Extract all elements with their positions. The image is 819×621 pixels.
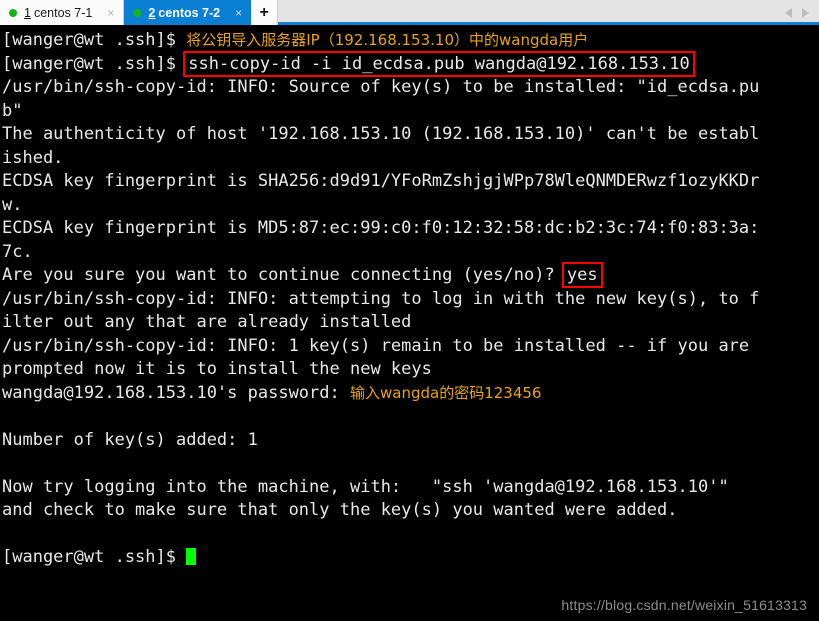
annotation-text: 将公钥导入服务器IP（192.168.153.10）中的wangda用户: [186, 31, 589, 49]
line-prompt-annotated: [wanger@wt .ssh]$ 将公钥导入服务器IP（192.168.153…: [2, 29, 819, 53]
line-blank-2: [2, 452, 819, 476]
line-info-attempt-2: ilter out any that are already installed: [2, 311, 819, 335]
line-authenticity-1: The authenticity of host '192.168.153.10…: [2, 123, 819, 147]
line-sha256-1: ECDSA key fingerprint is SHA256:d9d91/YF…: [2, 170, 819, 194]
terminal-output[interactable]: [wanger@wt .ssh]$ 将公钥导入服务器IP（192.168.153…: [0, 25, 819, 621]
annotation-text: 输入wangda的密码123456: [350, 383, 542, 402]
tab-centos-7-1[interactable]: 1 centos 7-1 ×: [0, 0, 125, 25]
terminal-text: /usr/bin/ssh-copy-id: INFO: Source of ke…: [2, 77, 760, 97]
highlighted-command: ssh-copy-id -i id_ecdsa.pub wangda@192.1…: [183, 50, 695, 77]
line-password-prompt: wangda@192.168.153.10's password: 输入wang…: [2, 382, 819, 406]
terminal-text: The authenticity of host '192.168.153.10…: [2, 124, 760, 144]
terminal-text: [wanger@wt .ssh]$: [2, 53, 187, 74]
terminal-text: Now try logging into the machine, with: …: [2, 476, 729, 497]
chevron-left-icon[interactable]: [785, 7, 792, 18]
line-sha256-2: w.: [2, 194, 819, 218]
line-continue-prompt: Are you sure you want to continue connec…: [2, 262, 819, 288]
tab-bar: 1 centos 7-1 × 2 centos 7-2 × +: [0, 0, 819, 25]
tab-centos-7-2[interactable]: 2 centos 7-2 ×: [124, 0, 252, 25]
line-info-remain-1: /usr/bin/ssh-copy-id: INFO: 1 key(s) rem…: [2, 335, 819, 359]
terminal-text: Number of key(s) added: 1: [2, 429, 258, 450]
line-blank-3: [2, 523, 819, 547]
line-md5-1: ECDSA key fingerprint is MD5:87:ec:99:c0…: [2, 217, 819, 241]
terminal-text: /usr/bin/ssh-copy-id: INFO: attempting t…: [2, 288, 760, 309]
line-info-remain-2: prompted now it is to install the new ke…: [2, 358, 819, 382]
chevron-right-icon[interactable]: [802, 7, 809, 18]
terminal-text: prompted now it is to install the new ke…: [2, 359, 432, 379]
line-info-source-1: /usr/bin/ssh-copy-id: INFO: Source of ke…: [2, 76, 819, 100]
tab-scroll-controls: [785, 0, 819, 25]
tab-status-dot-icon: [9, 8, 17, 17]
terminal-text: ilter out any that are already installed: [2, 312, 412, 332]
line-blank-1: [2, 405, 819, 429]
text-cursor: [186, 548, 197, 565]
tab-number: 2: [148, 5, 156, 20]
tab-status-dot-icon: [133, 8, 142, 17]
terminal-text: 7c.: [2, 241, 33, 262]
line-info-source-2: b": [2, 100, 819, 124]
new-tab-button[interactable]: +: [251, 0, 279, 25]
terminal-text: w.: [2, 194, 23, 215]
terminal-text: [wanger@wt .ssh]$: [2, 547, 187, 567]
tab-close-icon[interactable]: ×: [232, 7, 245, 19]
line-info-attempt-1: /usr/bin/ssh-copy-id: INFO: attempting t…: [2, 288, 819, 312]
terminal-text: ECDSA key fingerprint is MD5:87:ec:99:c0…: [2, 218, 760, 238]
terminal-text: wangda@192.168.153.10's password:: [2, 382, 350, 403]
terminal-text: b": [2, 100, 23, 121]
terminal-text: ECDSA key fingerprint is SHA256:d9d91/YF…: [2, 171, 760, 191]
tab-bar-spacer: [278, 0, 785, 25]
watermark: https://blog.csdn.net/weixin_51613313: [561, 597, 807, 613]
line-and-check: and check to make sure that only the key…: [2, 499, 819, 523]
terminal-text: and check to make sure that only the key…: [2, 500, 678, 520]
terminal-text: ished.: [2, 147, 64, 168]
line-md5-2: 7c.: [2, 241, 819, 265]
highlighted-command: yes: [561, 262, 603, 288]
terminal-text: Are you sure you want to continue connec…: [2, 265, 565, 285]
line-final-prompt: [wanger@wt .ssh]$: [2, 546, 819, 570]
tab-label: centos 7-1: [33, 5, 93, 20]
terminal-text: /usr/bin/ssh-copy-id: INFO: 1 key(s) rem…: [2, 335, 750, 356]
tab-number: 1: [24, 5, 31, 20]
line-authenticity-2: ished.: [2, 147, 819, 171]
line-now-try: Now try logging into the machine, with: …: [2, 476, 819, 500]
terminal-window: 1 centos 7-1 × 2 centos 7-2 × + [wanger@…: [0, 0, 819, 621]
tab-close-icon[interactable]: ×: [104, 7, 117, 19]
line-command: [wanger@wt .ssh]$ ssh-copy-id -i id_ecds…: [2, 50, 819, 77]
terminal-text: [wanger@wt .ssh]$: [2, 30, 187, 50]
line-keys-added: Number of key(s) added: 1: [2, 429, 819, 453]
tab-label: centos 7-2: [158, 5, 221, 20]
